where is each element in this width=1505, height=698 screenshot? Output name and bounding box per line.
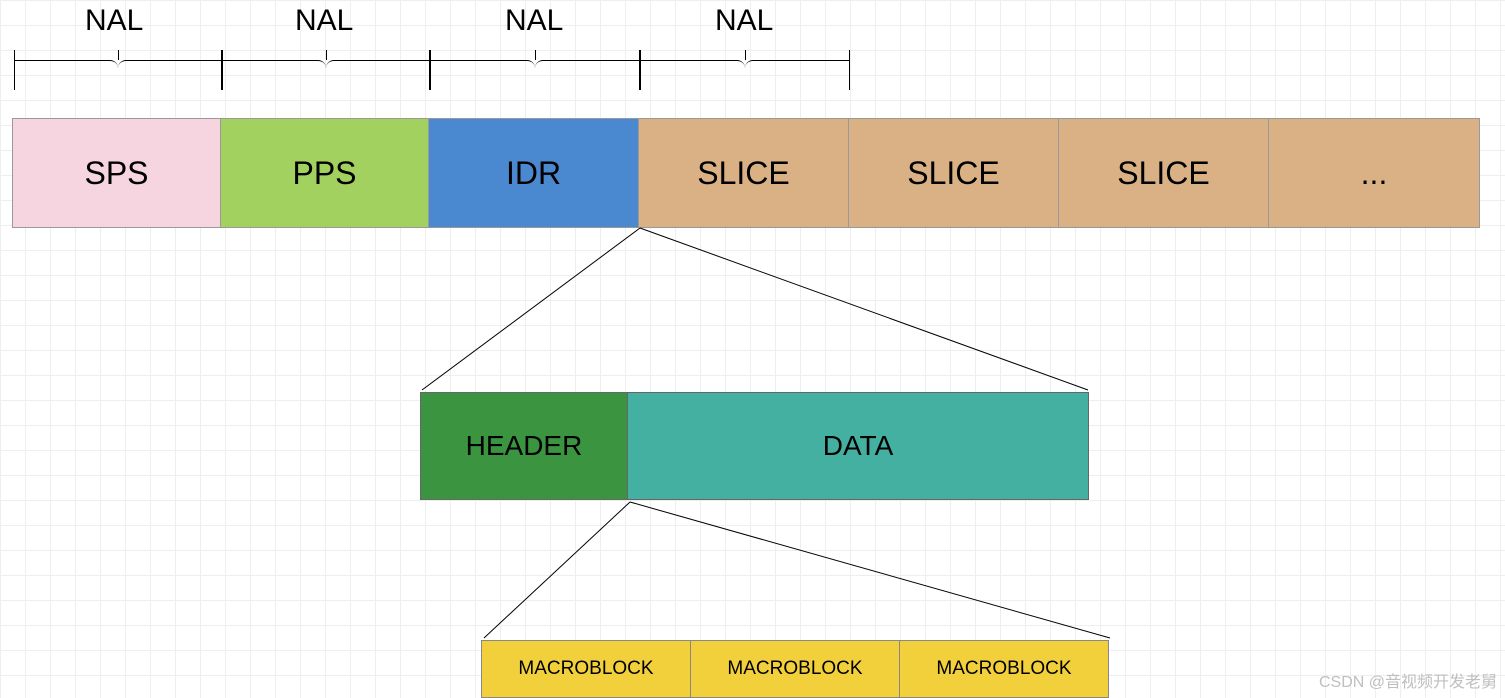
nal-bracket-4 <box>640 50 850 90</box>
nal-bracket-1 <box>14 50 222 90</box>
ellipsis-block: ... <box>1269 119 1479 227</box>
slice-structure-row: HEADER DATA <box>420 392 1089 500</box>
nal-bracket-3 <box>430 50 640 90</box>
macroblock-row: MACROBLOCK MACROBLOCK MACROBLOCK <box>482 640 1109 698</box>
diagram-container: NAL NAL NAL NAL SPS PPS IDR SLICE SLICE … <box>0 0 1505 698</box>
idr-block: IDR <box>429 119 639 227</box>
slice-block-1: SLICE <box>639 119 849 227</box>
nal-label-2: NAL <box>295 4 353 38</box>
watermark-text: CSDN @音视频开发老舅 <box>1319 668 1497 692</box>
data-block: DATA <box>627 392 1089 500</box>
pps-block: PPS <box>221 119 429 227</box>
nal-label-3: NAL <box>505 4 563 38</box>
slice-block-3: SLICE <box>1059 119 1269 227</box>
slice-block-2: SLICE <box>849 119 1059 227</box>
nal-unit-row: SPS PPS IDR SLICE SLICE SLICE ... <box>12 118 1480 228</box>
header-block: HEADER <box>420 392 628 500</box>
nal-bracket-2 <box>222 50 430 90</box>
sps-block: SPS <box>13 119 221 227</box>
nal-label-1: NAL <box>85 4 143 38</box>
macroblock-2: MACROBLOCK <box>690 640 900 698</box>
macroblock-3: MACROBLOCK <box>899 640 1109 698</box>
macroblock-1: MACROBLOCK <box>481 640 691 698</box>
nal-label-4: NAL <box>715 4 773 38</box>
connector-lines <box>0 0 1505 698</box>
